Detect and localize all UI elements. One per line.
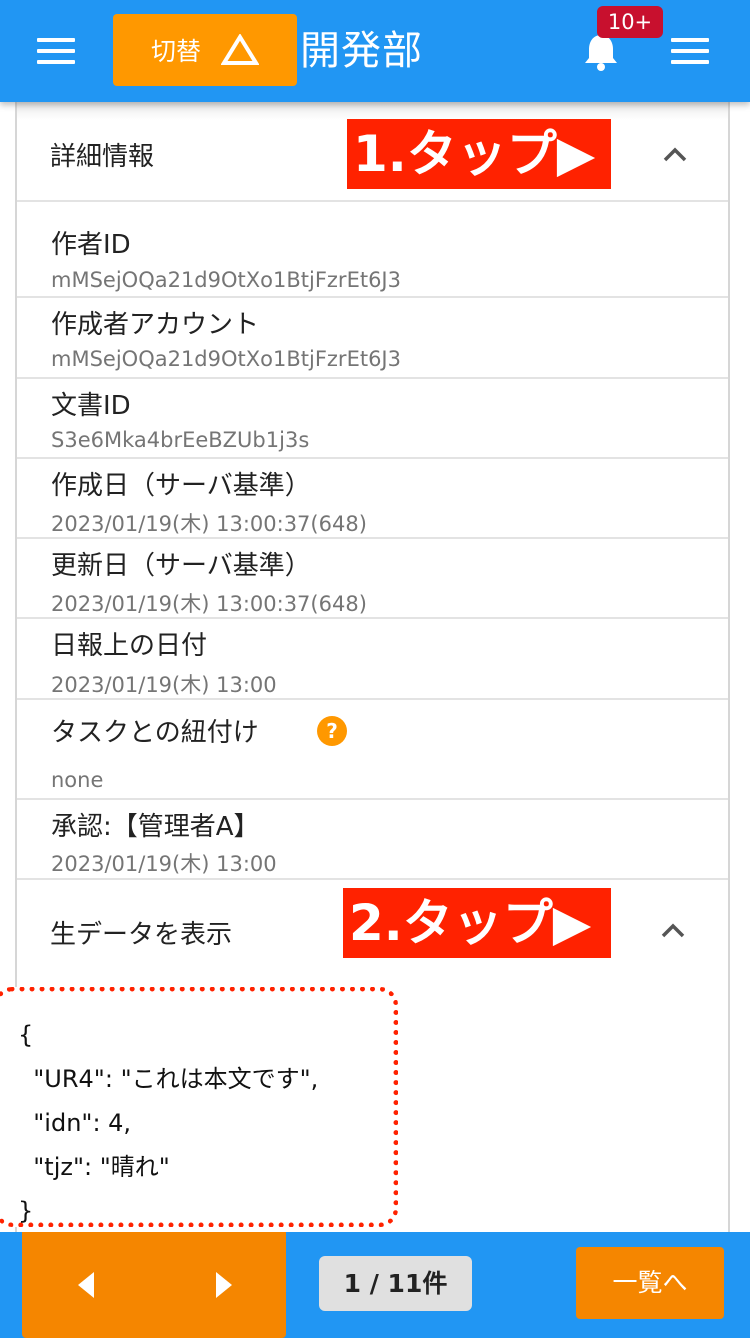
tap-annotation-2: 2.タップ▶ — [343, 888, 611, 958]
menu-icon[interactable] — [37, 38, 75, 64]
info-value: 2023/01/19(木) 13:00:37(648) — [51, 592, 367, 616]
info-value: none — [51, 768, 104, 792]
info-value: 2023/01/19(木) 13:00:37(648) — [51, 512, 367, 536]
info-row-approval: 承認:【管理者A】 2023/01/19(木) 13:00 — [17, 800, 728, 880]
help-icon[interactable]: ? — [317, 716, 347, 746]
info-row-task-link: タスクとの紐付け ? none — [17, 700, 728, 800]
switch-button[interactable]: 切替 — [113, 14, 297, 86]
raw-data-section-title: 生データを表示 — [50, 920, 233, 950]
list-button[interactable]: 一覧へ — [576, 1247, 724, 1319]
next-arrow-icon[interactable] — [216, 1272, 232, 1298]
info-label: 作成者アカウント — [51, 310, 260, 340]
triangle-icon — [221, 34, 259, 65]
bell-icon[interactable] — [582, 32, 620, 72]
page-counter: 1 / 11件 — [319, 1256, 472, 1311]
info-value: 2023/01/19(木) 13:00 — [51, 673, 277, 697]
info-row-report-date: 日報上の日付 2023/01/19(木) 13:00 — [17, 619, 728, 700]
switch-button-label: 切替 — [150, 37, 201, 66]
options-menu-icon[interactable] — [671, 38, 709, 64]
info-row-creator-account: 作成者アカウント mMSejOQa21d9OtXo1BtjFzrEt6J3 — [17, 298, 728, 379]
notification-badge: 10+ — [597, 6, 663, 38]
prev-arrow-icon[interactable] — [78, 1272, 94, 1298]
info-row-document-id: 文書ID S3e6Mka4brEeBZUb1j3s — [17, 379, 728, 459]
info-row-updated-at: 更新日（サーバ基準） 2023/01/19(木) 13:00:37(648) — [17, 539, 728, 619]
chevron-up-icon[interactable] — [660, 922, 686, 938]
tap-annotation-1: 1.タップ▶ — [347, 119, 611, 189]
page-nav-buttons — [22, 1232, 286, 1338]
footer-bar: 1 / 11件 一覧へ — [0, 1232, 750, 1338]
info-value: mMSejOQa21d9OtXo1BtjFzrEt6J3 — [51, 268, 401, 292]
info-value: S3e6Mka4brEeBZUb1j3s — [51, 428, 310, 452]
info-label: 承認:【管理者A】 — [51, 812, 260, 842]
info-label: 文書ID — [51, 391, 131, 421]
info-label: 更新日（サーバ基準） — [51, 551, 311, 581]
raw-data-text: { "UR4": "これは本文です", "idn": 4, "tjz": "晴れ… — [18, 1021, 319, 1225]
info-value: mMSejOQa21d9OtXo1BtjFzrEt6J3 — [51, 347, 401, 371]
details-section-title: 詳細情報 — [50, 142, 155, 172]
info-label: タスクとの紐付け — [51, 718, 259, 748]
app-header: 切替 開発部 10+ — [0, 0, 750, 102]
info-label: 日報上の日付 — [51, 631, 208, 661]
info-value: 2023/01/19(木) 13:00 — [51, 852, 277, 876]
info-row-created-at: 作成日（サーバ基準） 2023/01/19(木) 13:00:37(648) — [17, 459, 728, 539]
info-label: 作成日（サーバ基準） — [51, 471, 311, 501]
info-label: 作者ID — [51, 230, 131, 260]
chevron-up-icon[interactable] — [662, 146, 688, 162]
info-row-author-id: 作者ID mMSejOQa21d9OtXo1BtjFzrEt6J3 — [17, 202, 728, 298]
details-section-header[interactable]: 詳細情報 1.タップ▶ — [17, 102, 728, 202]
page-title: 開発部 — [300, 28, 423, 74]
